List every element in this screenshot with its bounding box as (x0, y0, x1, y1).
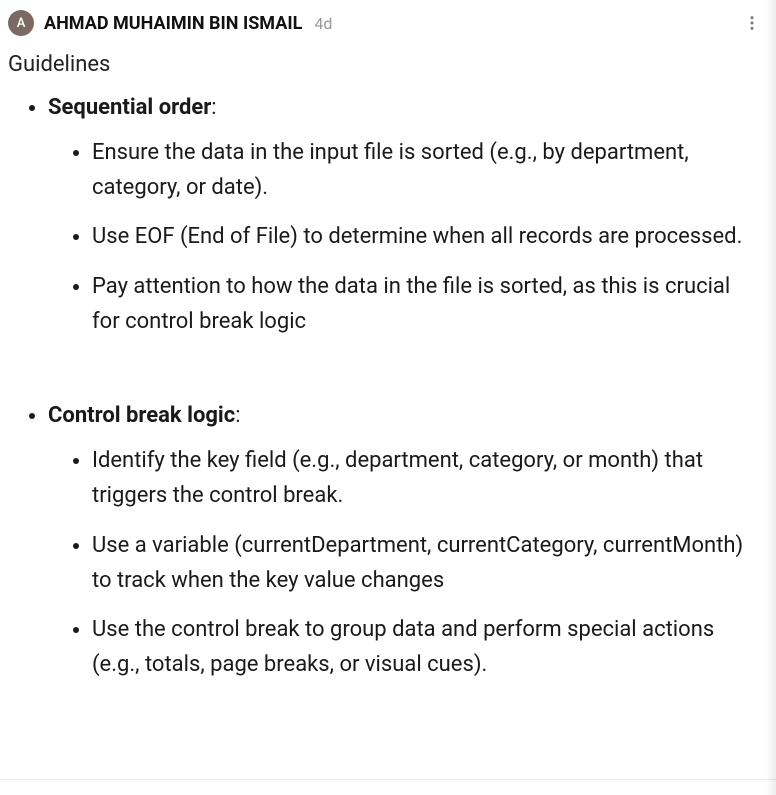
more-vertical-icon (743, 14, 761, 32)
list-item: Use EOF (End of File) to determine when … (92, 219, 756, 254)
section-colon: : (235, 403, 240, 428)
list-item: Use the control break to group data and … (92, 612, 756, 682)
avatar[interactable]: A (8, 10, 34, 36)
author-name[interactable]: AHMAD MUHAIMIN BIN ISMAIL (44, 13, 302, 34)
post-timestamp: 4d (314, 14, 332, 33)
post-content: Guidelines Sequential order: Ensure the … (0, 42, 776, 720)
content-title: Guidelines (8, 52, 756, 77)
section-colon: : (211, 95, 216, 120)
guidelines-list: Sequential order: Ensure the data in the… (8, 91, 756, 682)
section-items: Identify the key field (e.g., department… (48, 443, 756, 682)
section-sequential-order: Sequential order: Ensure the data in the… (48, 91, 756, 381)
content-divider (0, 779, 776, 780)
more-options-button[interactable] (740, 11, 764, 35)
section-label: Control break logic (48, 403, 235, 428)
post-header: A AHMAD MUHAIMIN BIN ISMAIL 4d (0, 0, 776, 42)
section-label: Sequential order (48, 95, 211, 120)
list-item: Pay attention to how the data in the fil… (92, 269, 756, 339)
section-control-break-logic: Control break logic: Identify the key fi… (48, 399, 756, 682)
list-item: Ensure the data in the input file is sor… (92, 135, 756, 205)
section-items: Ensure the data in the input file is sor… (48, 135, 756, 339)
list-item: Identify the key field (e.g., department… (92, 443, 756, 513)
list-item: Use a variable (currentDepartment, curre… (92, 528, 756, 598)
